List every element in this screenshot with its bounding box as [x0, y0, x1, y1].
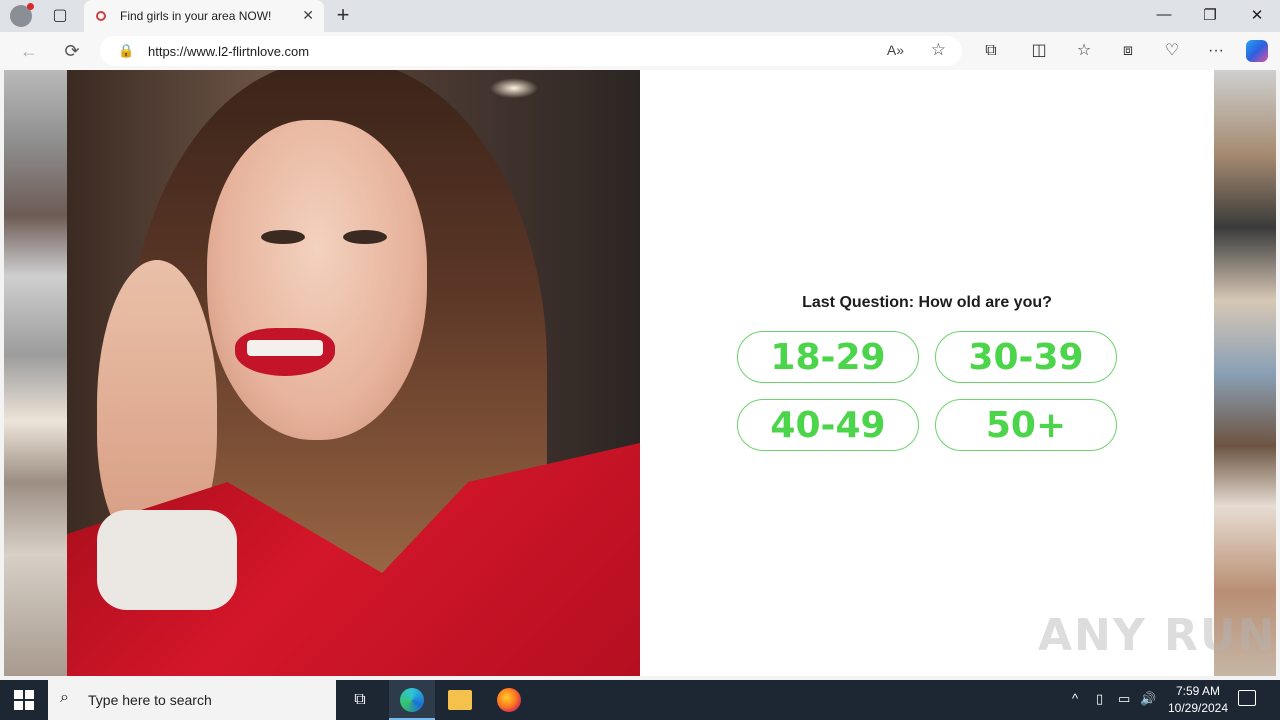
- collections-icon[interactable]: ⧈: [1117, 41, 1139, 61]
- notifications-icon[interactable]: [1238, 690, 1256, 706]
- photo-eye-left: [261, 230, 305, 244]
- file-explorer-icon[interactable]: [448, 690, 472, 710]
- taskbar-search-placeholder: Type here to search: [88, 692, 212, 708]
- navigation-bar: ← ⟳ 🔒 https://www.l2-flirtnlove.com A» ☆…: [0, 32, 1280, 70]
- quiz-question: Last Question: How old are you?: [802, 294, 1052, 311]
- copilot-icon[interactable]: [1246, 40, 1268, 62]
- firefox-icon[interactable]: [497, 688, 521, 712]
- add-favorite-icon[interactable]: ☆: [931, 40, 946, 60]
- reload-button[interactable]: ⟳: [61, 40, 83, 62]
- photo-smile: [247, 340, 323, 356]
- profile-avatar-icon[interactable]: [10, 3, 34, 27]
- lock-icon[interactable]: 🔒: [118, 43, 134, 59]
- minimize-button[interactable]: —: [1149, 6, 1179, 23]
- favorites-icon[interactable]: ☆: [1073, 41, 1095, 61]
- edge-icon[interactable]: [400, 688, 424, 712]
- answer-18-29-button[interactable]: 18-29: [737, 331, 919, 383]
- clock-time: 7:59 AM: [1175, 684, 1221, 698]
- browser-tab[interactable]: Find girls in your area NOW! ✕: [84, 0, 324, 32]
- age-quiz-panel: Last Question: How old are you? 18-29 30…: [640, 70, 1214, 676]
- photo-eye-right: [343, 230, 387, 244]
- taskbar-clock[interactable]: 7:59 AM 10/29/2024: [1160, 683, 1236, 717]
- woman-photo: [67, 70, 640, 676]
- more-menu-icon[interactable]: ···: [1205, 41, 1227, 61]
- answer-grid: 18-29 30-39 40-49 50+: [737, 331, 1117, 451]
- browser-essentials-icon[interactable]: ♡: [1161, 41, 1183, 61]
- volume-icon[interactable]: 🔊: [1140, 691, 1156, 707]
- windows-start-icon[interactable]: [14, 690, 34, 710]
- back-button[interactable]: ←: [18, 40, 40, 62]
- site-favicon-icon: [96, 11, 106, 21]
- task-view-icon[interactable]: ⧉: [348, 688, 372, 712]
- url-text[interactable]: https://www.l2-flirtnlove.com: [148, 44, 309, 59]
- title-bar: ▢ Find girls in your area NOW! ✕ + — ❐ ✕: [0, 0, 1280, 32]
- tab-actions-icon[interactable]: ▢: [46, 6, 74, 26]
- anyrun-watermark: ANY RUN: [1038, 610, 1277, 661]
- address-bar[interactable]: 🔒 https://www.l2-flirtnlove.com A» ☆: [100, 36, 962, 66]
- answer-50-plus-button[interactable]: 50+: [935, 399, 1117, 451]
- answer-30-39-button[interactable]: 30-39: [935, 331, 1117, 383]
- split-screen-icon[interactable]: ◫: [1028, 41, 1050, 61]
- clock-date: 10/29/2024: [1167, 701, 1229, 715]
- taskbar: ⌕ Type here to search ⧉ ^ ▯ ▭ 🔊 7:59 AM …: [0, 680, 1280, 720]
- close-window-button[interactable]: ✕: [1242, 6, 1272, 24]
- network-icon[interactable]: ▭: [1118, 691, 1130, 707]
- background-collage-left: [4, 70, 67, 676]
- tab-title: Find girls in your area NOW!: [120, 9, 272, 23]
- tray-device-icon[interactable]: ▯: [1096, 691, 1103, 707]
- answer-40-49-button[interactable]: 40-49: [737, 399, 919, 451]
- photo-sleeve: [97, 510, 237, 610]
- close-tab-icon[interactable]: ✕: [302, 7, 314, 24]
- new-tab-button[interactable]: +: [332, 4, 354, 26]
- read-aloud-icon[interactable]: A»: [887, 42, 904, 58]
- page-viewport: Last Question: How old are you? 18-29 30…: [4, 70, 1276, 676]
- restore-button[interactable]: ❐: [1195, 6, 1225, 24]
- taskbar-search-box[interactable]: ⌕ Type here to search: [48, 680, 336, 720]
- background-collage-right: [1214, 70, 1276, 676]
- photo-face: [207, 120, 427, 440]
- search-icon: ⌕: [60, 689, 69, 706]
- tray-chevron-icon[interactable]: ^: [1072, 691, 1078, 706]
- extensions-icon[interactable]: ⧉: [980, 41, 1002, 61]
